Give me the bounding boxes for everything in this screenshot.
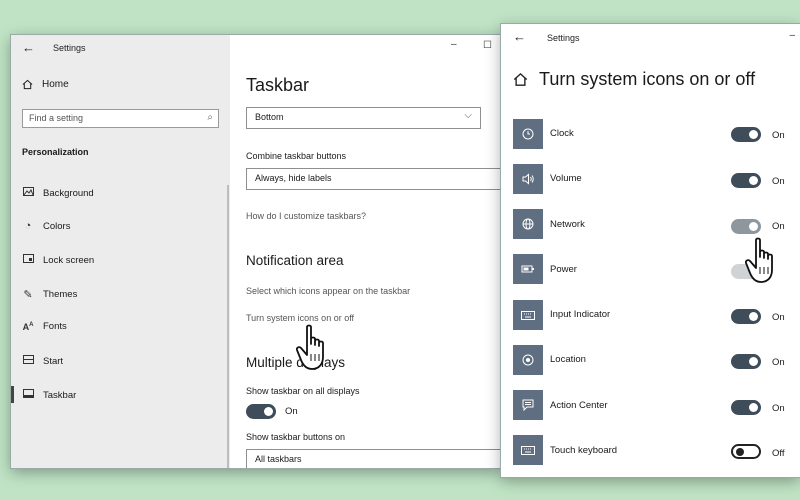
show-buttons-dropdown[interactable]: All taskbars: [246, 449, 500, 468]
touch-keyboard-toggle[interactable]: [731, 444, 761, 459]
sidebar-item-label: Lock screen: [43, 254, 95, 266]
active-indicator: [11, 386, 14, 403]
sidebar-item-taskbar[interactable]: Taskbar: [22, 389, 76, 401]
toggle-state: On: [772, 312, 785, 323]
notification-area-heading: Notification area: [246, 253, 344, 268]
show-all-displays-toggle[interactable]: [246, 404, 276, 419]
input-indicator-toggle[interactable]: [731, 309, 761, 324]
brush-icon: ✎: [23, 289, 33, 301]
network-icon: [513, 209, 543, 239]
location-toggle[interactable]: [731, 354, 761, 369]
sidebar-item-label: Start: [43, 355, 64, 367]
select-icons-link[interactable]: Select which icons appear on the taskbar: [246, 286, 410, 296]
power-icon: [513, 254, 543, 284]
customize-taskbars-link[interactable]: How do I customize taskbars?: [246, 211, 366, 221]
minimize-button[interactable]: –: [451, 39, 457, 50]
clock-toggle[interactable]: [731, 127, 761, 142]
taskbar-icon: [22, 389, 34, 401]
search-input[interactable]: Find a setting ⌕: [22, 109, 219, 128]
sidebar-item-label: Themes: [43, 289, 78, 300]
dropdown-value: Always, hide labels: [255, 173, 332, 183]
network-toggle[interactable]: [731, 219, 761, 234]
window-title: Settings: [547, 33, 580, 43]
maximize-button[interactable]: ☐: [483, 40, 492, 51]
row-label-location: Location: [550, 354, 586, 365]
sidebar-item-label: Taskbar: [43, 389, 77, 401]
font-icon: AA: [22, 321, 34, 332]
hand-cursor-icon: [296, 324, 324, 370]
clock-icon: [513, 119, 543, 149]
toggle-state: On: [772, 130, 785, 141]
sidebar-item-label: Colors: [43, 220, 71, 232]
row-label-touch-keyboard: Touch keyboard: [550, 445, 618, 456]
start-icon: [22, 355, 34, 367]
sidebar-item-lock-screen[interactable]: Lock screen: [22, 254, 94, 266]
toggle-state: On: [772, 221, 785, 232]
section-header: Personalization: [22, 147, 89, 157]
keyboard-icon: [513, 300, 543, 330]
volume-toggle[interactable]: [731, 173, 761, 188]
home-icon: [22, 79, 33, 90]
system-icons-link[interactable]: Turn system icons on or off: [246, 313, 354, 323]
back-arrow-icon[interactable]: ←: [22, 40, 35, 55]
settings-window-taskbar: ← Settings Home Find a setting ⌕ Persona…: [11, 35, 500, 468]
toggle-state: On: [772, 357, 785, 368]
location-icon: [513, 345, 543, 375]
sidebar-item-fonts[interactable]: AA Fonts: [22, 321, 67, 332]
sidebar-item-themes[interactable]: ✎ Themes: [22, 288, 77, 301]
taskbar-location-dropdown[interactable]: Bottom ⌵: [246, 107, 481, 129]
toggle-state: On: [285, 406, 298, 417]
page-title: Taskbar: [246, 75, 310, 95]
lock-screen-icon: [22, 254, 34, 266]
row-label-power: Power: [550, 264, 577, 275]
toggle-state: On: [772, 176, 785, 187]
action-center-toggle[interactable]: [731, 400, 761, 415]
combine-buttons-dropdown[interactable]: Always, hide labels: [246, 168, 500, 190]
dropdown-value: All taskbars: [255, 454, 302, 464]
sidebar: ← Settings Home Find a setting ⌕ Persona…: [11, 35, 230, 468]
dropdown-value: Bottom: [255, 112, 284, 122]
sidebar-home[interactable]: Home: [22, 79, 69, 90]
sidebar-item-label: Background: [43, 187, 94, 199]
volume-icon: [513, 164, 543, 194]
show-all-displays-label: Show taskbar on all displays: [246, 386, 360, 396]
chevron-down-icon: ⌵: [464, 110, 472, 121]
sidebar-item-background[interactable]: Background: [22, 187, 94, 199]
row-label-volume: Volume: [550, 173, 582, 184]
action-center-icon: [513, 390, 543, 420]
row-label-input-indicator: Input Indicator: [550, 309, 611, 320]
show-buttons-label: Show taskbar buttons on: [246, 432, 346, 442]
main-pane: – ☐ Taskbar Bottom ⌵ Combine taskbar but…: [230, 35, 500, 468]
sidebar-scrollbar[interactable]: [227, 185, 229, 468]
sidebar-item-start[interactable]: Start: [22, 355, 63, 367]
page-title: Turn system icons on or off: [539, 69, 756, 89]
toggle-state: Off: [772, 448, 785, 459]
combine-label: Combine taskbar buttons: [246, 151, 347, 161]
row-label-action-center: Action Center: [550, 400, 608, 411]
sidebar-home-label: Home: [42, 79, 69, 90]
sidebar-item-label: Fonts: [43, 321, 67, 332]
palette-icon: ◔: [24, 220, 32, 232]
toggle-state: On: [772, 403, 785, 414]
row-label-clock: Clock: [550, 128, 574, 139]
touch-keyboard-icon: [513, 435, 543, 465]
image-icon: [22, 187, 34, 199]
search-placeholder: Find a setting: [29, 113, 84, 123]
search-icon: ⌕: [207, 112, 213, 123]
back-arrow-icon[interactable]: ←: [513, 29, 526, 44]
minimize-button[interactable]: –: [789, 30, 795, 41]
home-icon[interactable]: [513, 72, 528, 87]
sidebar-item-colors[interactable]: ◔ Colors: [22, 220, 71, 232]
hand-cursor-icon: [745, 237, 773, 283]
row-label-network: Network: [550, 219, 585, 230]
window-title: Settings: [53, 43, 86, 53]
